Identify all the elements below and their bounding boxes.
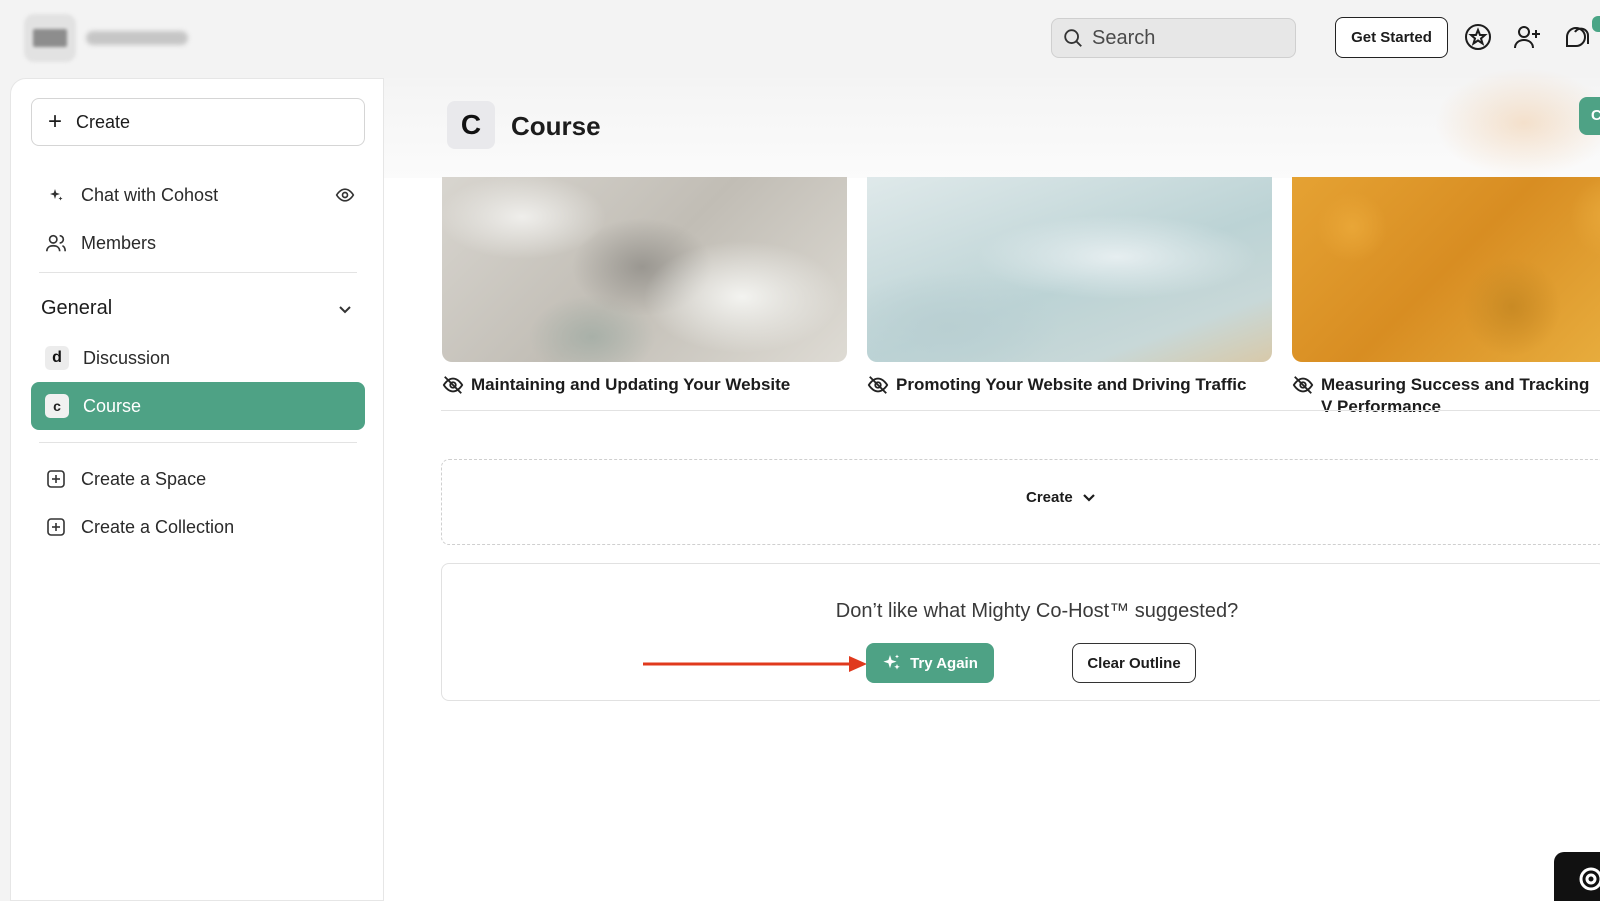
sidebar-item-course[interactable]: c Course: [31, 382, 365, 430]
plus-icon: +: [48, 108, 63, 135]
eye-off-icon: [442, 376, 464, 394]
sidebar-item-members[interactable]: Members: [31, 219, 365, 267]
sidebar-item-discussion[interactable]: d Discussion: [31, 334, 365, 382]
eye-off-icon: [1292, 376, 1314, 394]
sidebar-item-label: Course: [83, 395, 142, 416]
course-card-image[interactable]: [867, 177, 1272, 362]
community-logo[interactable]: [24, 14, 76, 62]
sidebar-item-label: Discussion: [83, 347, 171, 368]
header-action-button[interactable]: C: [1579, 97, 1600, 135]
top-bar: Get Started: [0, 0, 1600, 78]
space-badge: d: [45, 346, 69, 370]
course-card[interactable]: Promoting Your Website and Driving Traff…: [867, 177, 1272, 442]
create-dropdown-button[interactable]: Create: [1026, 489, 1097, 506]
plus-square-icon: [45, 468, 67, 490]
annotation-arrow: [643, 656, 867, 672]
sparkle-icon: [883, 654, 900, 670]
try-again-button[interactable]: Try Again: [866, 643, 994, 683]
chat-icon[interactable]: [1561, 22, 1591, 52]
star-badge-icon[interactable]: [1463, 22, 1493, 52]
chevron-down-icon: [1082, 493, 1095, 502]
sidebar-divider: [39, 442, 357, 443]
sparkle-icon: [45, 184, 67, 206]
course-card-title[interactable]: Maintaining and Updating Your Website: [471, 374, 790, 396]
add-member-icon[interactable]: [1512, 22, 1542, 52]
search-input[interactable]: [1092, 26, 1282, 50]
lifebuoy-icon: [1579, 867, 1600, 891]
sidebar-create-button[interactable]: + Create: [31, 98, 365, 146]
chevron-down-icon[interactable]: [336, 301, 354, 319]
clear-outline-button[interactable]: Clear Outline: [1072, 643, 1196, 683]
members-icon: [45, 232, 67, 254]
eye-icon[interactable]: [335, 185, 355, 205]
course-card-image[interactable]: [442, 177, 847, 362]
sidebar-item-label: Members: [81, 232, 157, 253]
create-dropzone[interactable]: [441, 459, 1600, 545]
page-header: C Course C: [384, 68, 1600, 178]
sidebar-divider: [39, 272, 357, 273]
sidebar-item-label: Chat with Cohost: [81, 184, 219, 205]
course-card-image[interactable]: [1292, 177, 1600, 362]
suggestion-text: Don’t like what Mighty Co-Host™ suggeste…: [835, 600, 1239, 622]
help-button[interactable]: [1554, 852, 1600, 901]
space-badge: c: [45, 394, 69, 418]
sidebar: + Create Chat with Cohost Members Genera…: [10, 78, 384, 901]
notification-dot: [1592, 16, 1600, 32]
try-again-label: Try Again: [910, 654, 978, 672]
eye-off-icon: [867, 376, 889, 394]
create-dropdown-label: Create: [1026, 489, 1073, 506]
main-content: C Course C Maintaining and Updating Your…: [384, 68, 1600, 901]
sidebar-item-label: Create a Collection: [81, 516, 235, 537]
page-title: Course: [511, 111, 601, 141]
content-divider: [441, 410, 1600, 411]
section-title-general[interactable]: General: [41, 297, 112, 320]
sidebar-item-chat-with-cohost[interactable]: Chat with Cohost: [31, 171, 365, 219]
course-card-title[interactable]: Promoting Your Website and Driving Traff…: [896, 374, 1246, 396]
get-started-button[interactable]: Get Started: [1335, 17, 1448, 58]
page-badge: C: [447, 101, 495, 149]
course-card[interactable]: Measuring Success and Tracking V Perform…: [1292, 177, 1600, 442]
plus-square-icon: [45, 516, 67, 538]
sidebar-item-create-collection[interactable]: Create a Collection: [31, 503, 365, 551]
sidebar-item-label: Create a Space: [81, 468, 207, 489]
course-card-title[interactable]: Measuring Success and Tracking V Perform…: [1321, 374, 1600, 418]
sidebar-create-label: Create: [76, 111, 131, 132]
course-card[interactable]: Maintaining and Updating Your Website: [442, 177, 847, 442]
search-box[interactable]: [1051, 18, 1296, 58]
community-name-blurred[interactable]: [86, 31, 188, 45]
suggestion-panel: Don’t like what Mighty Co-Host™ suggeste…: [441, 563, 1600, 701]
search-icon: [1064, 29, 1082, 47]
sidebar-item-create-space[interactable]: Create a Space: [31, 455, 365, 503]
